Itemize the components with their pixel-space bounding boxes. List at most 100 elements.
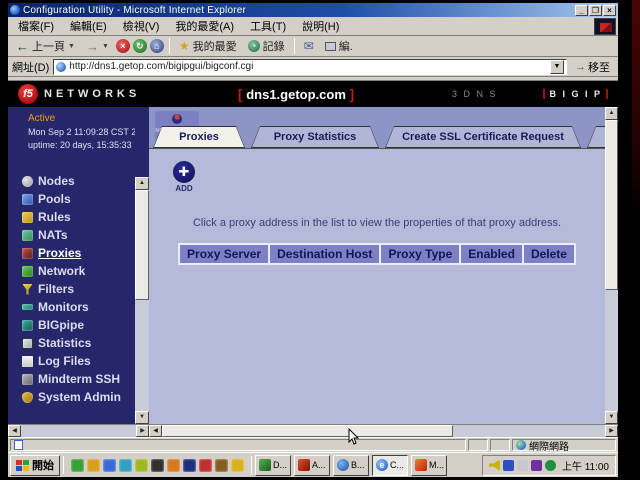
quick-launch-icon[interactable]	[119, 459, 132, 472]
quick-launch-icon[interactable]	[103, 459, 116, 472]
sidebar-item-network[interactable]: Network	[14, 262, 135, 280]
proxy-table: Proxy Server Destination Host Proxy Type…	[178, 243, 576, 265]
sidebar-item-log-files[interactable]: Log Files	[14, 352, 135, 370]
col-delete[interactable]: Delete	[523, 244, 575, 264]
edit-button[interactable]: 編.	[321, 37, 357, 55]
status-pane	[468, 439, 488, 451]
tab-install-ssl-certificate[interactable]: Install SSL Certifi	[587, 126, 605, 148]
tab-proxies[interactable]: Proxies	[153, 126, 245, 148]
favorites-star-icon: ★	[179, 39, 190, 53]
scroll-up-icon[interactable]: ▲	[605, 107, 618, 120]
stop-icon[interactable]: ×	[116, 39, 130, 53]
tab-proxy-statistics[interactable]: Proxy Statistics	[251, 126, 379, 148]
taskbar-window-button-active[interactable]: eC...	[372, 455, 408, 476]
menu-file[interactable]: 檔案(F)	[11, 16, 61, 36]
sidebar-hscrollbar[interactable]: ◀ ▶	[8, 424, 149, 437]
address-dropdown-icon[interactable]: ▼	[550, 60, 564, 74]
quick-launch-icon[interactable]	[231, 459, 244, 472]
forward-arrow-icon: →	[86, 39, 99, 54]
favorites-button[interactable]: ★ 我的最愛	[175, 37, 241, 55]
forward-button[interactable]: → ▼	[82, 38, 113, 55]
scroll-down-icon[interactable]: ▼	[605, 411, 618, 424]
sidebar-item-filters[interactable]: Filters	[14, 280, 135, 298]
scroll-up-icon[interactable]: ▲	[135, 177, 149, 190]
volume-icon[interactable]	[489, 460, 500, 471]
sidebar-item-monitors[interactable]: Monitors	[14, 298, 135, 316]
start-button[interactable]: 開始	[10, 455, 60, 476]
maximize-button[interactable]: ❐	[589, 5, 602, 16]
taskbar-clock[interactable]: 上午 11:00	[562, 458, 609, 473]
tray-icon[interactable]	[503, 460, 514, 471]
tray-icon[interactable]	[517, 460, 528, 471]
quick-launch-icon[interactable]	[215, 459, 228, 472]
add-icon: ✚	[173, 161, 195, 183]
col-proxy-server[interactable]: Proxy Server	[179, 244, 269, 264]
quick-launch-icon[interactable]	[87, 459, 100, 472]
go-button[interactable]: → 移至	[571, 58, 614, 76]
scroll-right-icon[interactable]: ▶	[605, 425, 618, 437]
quick-launch-icon[interactable]	[167, 459, 180, 472]
sidebar-scrollbar[interactable]: ▲ ▼	[135, 107, 149, 424]
col-enabled[interactable]: Enabled	[460, 244, 523, 264]
menu-tools[interactable]: 工具(T)	[243, 16, 293, 36]
close-button[interactable]: ×	[603, 5, 616, 16]
product-bigip-link[interactable]: B I G I P	[543, 89, 608, 99]
main-content: NETWORK MAP Proxies Proxy Statistics Cre…	[149, 107, 605, 424]
scroll-thumb[interactable]	[605, 120, 618, 290]
content-hscrollbar[interactable]: ◀ ▶	[149, 424, 618, 437]
network-map-icon	[172, 114, 182, 124]
back-dropdown-icon[interactable]: ▼	[68, 43, 75, 50]
scroll-thumb[interactable]	[162, 425, 453, 437]
menu-favorites[interactable]: 我的最愛(A)	[168, 16, 241, 36]
address-input[interactable]	[69, 61, 547, 72]
sidebar-item-pools[interactable]: Pools	[14, 190, 135, 208]
page-icon	[56, 62, 66, 72]
print-icon	[325, 42, 336, 51]
sidebar-item-mindterm-ssh[interactable]: Mindterm SSH	[14, 370, 135, 388]
menu-help[interactable]: 說明(H)	[295, 16, 346, 36]
sidebar-item-system-admin[interactable]: System Admin	[14, 388, 135, 406]
content-scrollbar[interactable]: ▲ ▼	[605, 107, 618, 424]
taskbar-window-button[interactable]: D...	[255, 455, 291, 476]
mail-button[interactable]: ✉	[300, 38, 318, 54]
quick-launch-icon[interactable]	[183, 459, 196, 472]
scroll-left-icon[interactable]: ◀	[149, 425, 162, 437]
app-row: Active Mon Sep 2 11:09:28 CST 2002 uptim…	[8, 107, 618, 424]
scroll-down-icon[interactable]: ▼	[135, 411, 149, 424]
scroll-right-icon[interactable]: ▶	[136, 425, 149, 437]
sidebar-item-proxies[interactable]: Proxies	[14, 244, 135, 262]
taskbar: 開始 D... A... B... eC... M... 上午	[8, 452, 618, 477]
col-destination-host[interactable]: Destination Host	[269, 244, 380, 264]
history-button[interactable]: ◔ 記錄	[244, 37, 289, 55]
network-icon	[22, 266, 33, 277]
sidebar-item-bigpipe[interactable]: BIGpipe	[14, 316, 135, 334]
quick-launch-icon[interactable]	[71, 459, 84, 472]
sidebar-item-nats[interactable]: NATs	[14, 226, 135, 244]
window-title: Configuration Utility - Microsoft Intern…	[23, 5, 574, 16]
scroll-thumb[interactable]	[135, 190, 149, 300]
ime-icon[interactable]	[531, 460, 542, 471]
forward-dropdown-icon[interactable]: ▼	[102, 43, 109, 50]
col-proxy-type[interactable]: Proxy Type	[380, 244, 460, 264]
taskbar-window-button[interactable]: A...	[294, 455, 330, 476]
log-files-icon	[22, 356, 33, 367]
menu-view[interactable]: 檢視(V)	[116, 16, 167, 36]
quick-launch-icon[interactable]	[151, 459, 164, 472]
add-proxy-button[interactable]: ✚ ADD	[173, 161, 195, 193]
quick-launch-icon[interactable]	[199, 459, 212, 472]
quick-launch-icon[interactable]	[135, 459, 148, 472]
back-button[interactable]: ← 上一頁 ▼	[12, 37, 79, 55]
tray-icon[interactable]	[545, 460, 556, 471]
scroll-left-icon[interactable]: ◀	[8, 425, 21, 437]
refresh-icon[interactable]: ↻	[133, 39, 147, 53]
product-3dns-link[interactable]: 3 D N S	[452, 89, 498, 99]
menu-edit[interactable]: 編輯(E)	[63, 16, 114, 36]
sidebar-item-rules[interactable]: Rules	[14, 208, 135, 226]
home-icon[interactable]: ⌂	[150, 39, 164, 53]
tab-create-ssl-certificate-request[interactable]: Create SSL Certificate Request	[385, 126, 581, 148]
minimize-button[interactable]: _	[575, 5, 588, 16]
taskbar-window-button[interactable]: M...	[411, 455, 447, 476]
sidebar-item-statistics[interactable]: Statistics	[14, 334, 135, 352]
sidebar-item-nodes[interactable]: Nodes	[14, 172, 135, 190]
taskbar-window-button[interactable]: B...	[333, 455, 369, 476]
